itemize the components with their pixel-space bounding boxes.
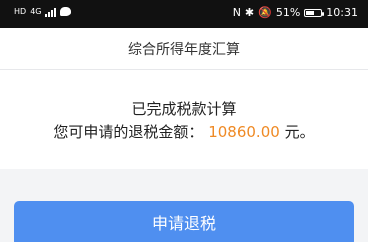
refund-amount: 10860.00 <box>208 123 280 141</box>
status-right: N ✱ 🔕 51% 10:31 <box>233 6 358 19</box>
refund-amount-line: 您可申请的退税金额： 10860.00 元。 <box>0 121 368 142</box>
status-time: 10:31 <box>326 6 358 19</box>
app-screen: HD 4G N ✱ 🔕 51% 10:31 综合所得年度汇算 已完成税款计算 您… <box>0 0 368 242</box>
battery-icon <box>304 8 325 17</box>
chat-icon <box>60 7 72 16</box>
refund-amount-label: 您可申请的退税金额： <box>53 123 204 141</box>
page-title: 综合所得年度汇算 <box>128 42 240 58</box>
battery-percent: 51% <box>275 6 301 19</box>
bluetooth-icon: ✱ <box>244 6 255 19</box>
mute-icon: 🔕 <box>258 6 272 19</box>
status-left: HD 4G <box>14 6 72 17</box>
refund-summary-card: 已完成税款计算 您可申请的退税金额： 10860.00 元。 <box>0 70 368 169</box>
apply-refund-button[interactable]: 申请退税 <box>14 201 354 242</box>
nfc-icon: N <box>232 6 241 19</box>
refund-amount-suffix: 元。 <box>284 123 315 141</box>
network-indicator: 4G <box>30 6 42 16</box>
status-message: 已完成税款计算 <box>131 100 237 118</box>
signal-icon <box>45 6 57 17</box>
status-bar: HD 4G N ✱ 🔕 51% 10:31 <box>0 0 368 28</box>
title-bar: 综合所得年度汇算 <box>0 28 368 70</box>
hd-indicator: HD <box>14 6 27 16</box>
